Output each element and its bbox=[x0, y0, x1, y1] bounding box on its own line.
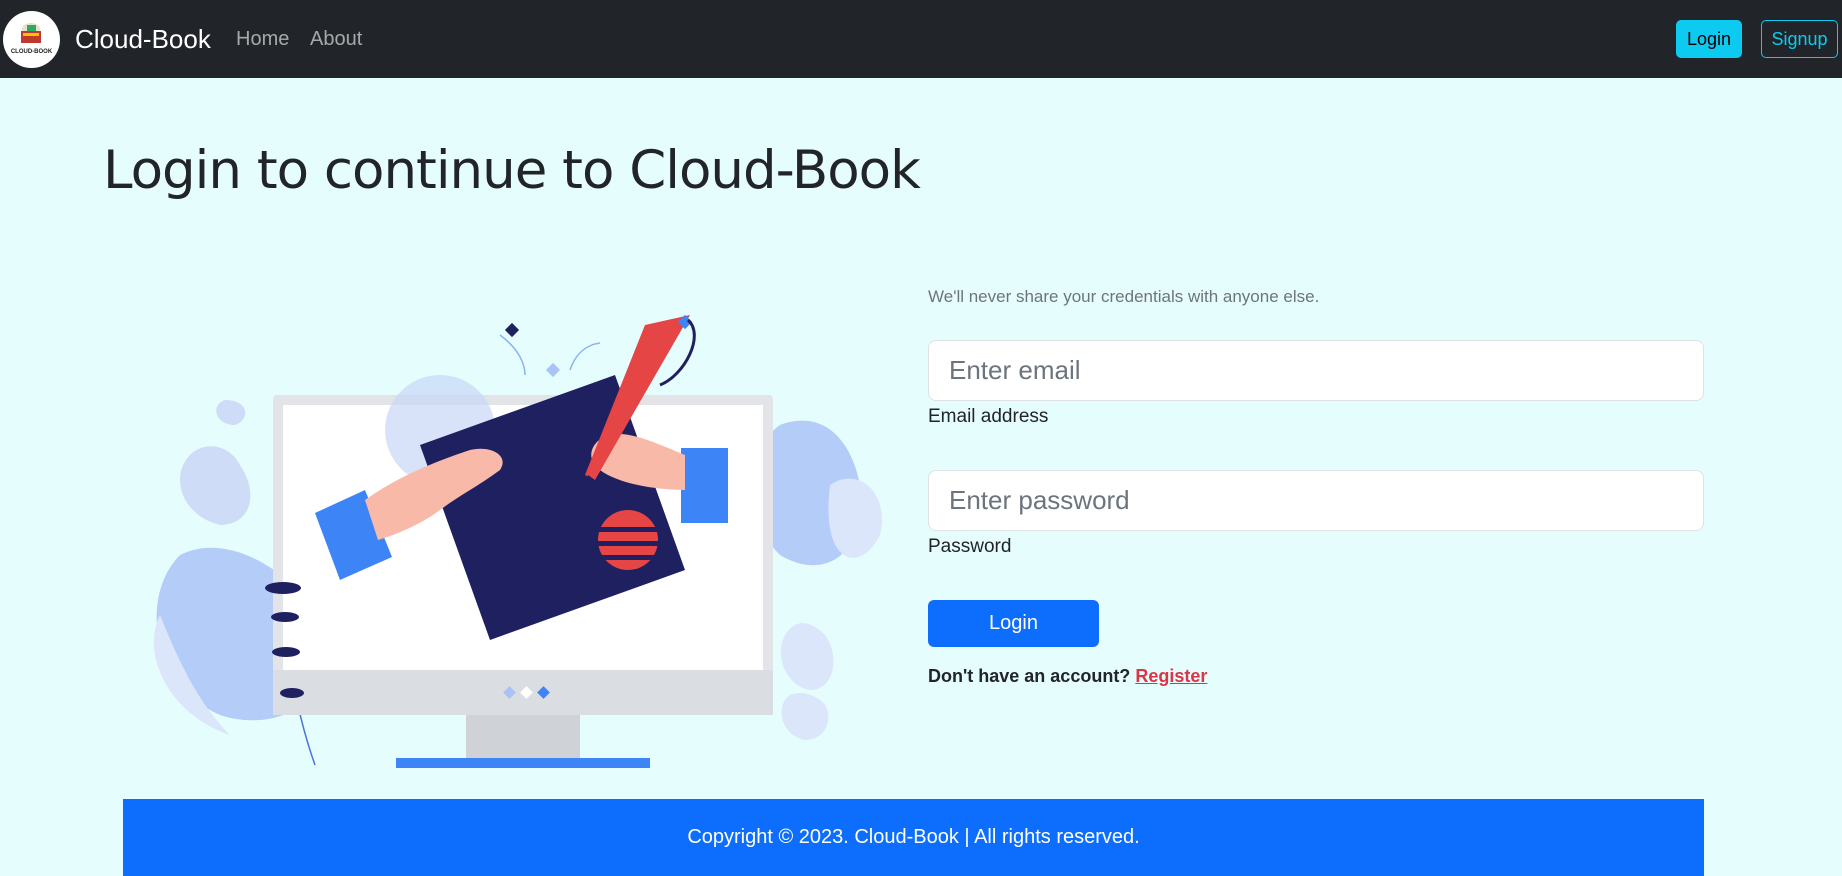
brand-logo[interactable]: CLOUD-BOOK bbox=[3, 11, 60, 68]
navbar: CLOUD-BOOK Cloud-Book Home About Login S… bbox=[0, 0, 1842, 78]
credentials-help-text: We'll never share your credentials with … bbox=[928, 287, 1320, 306]
login-submit-button[interactable]: Login bbox=[928, 600, 1099, 647]
brand-name[interactable]: Cloud-Book bbox=[75, 24, 211, 55]
logo-wordmark: CLOUD-BOOK bbox=[11, 49, 53, 55]
email-input[interactable] bbox=[928, 340, 1704, 401]
register-prompt-text: Don't have an account? bbox=[928, 666, 1131, 686]
page-title: Login to continue to Cloud-Book bbox=[103, 140, 921, 201]
login-illustration bbox=[140, 295, 900, 775]
nav-link-home[interactable]: Home bbox=[236, 28, 289, 51]
password-label: Password bbox=[928, 536, 1012, 557]
register-link[interactable]: Register bbox=[1135, 666, 1207, 686]
book-logo-icon: CLOUD-BOOK bbox=[3, 11, 60, 68]
footer: Copyright © 2023. Cloud-Book | All right… bbox=[123, 799, 1704, 876]
password-input[interactable] bbox=[928, 470, 1704, 531]
footer-copyright: Copyright © 2023. Cloud-Book | All right… bbox=[687, 826, 1140, 848]
computer-drawing-illustration bbox=[153, 314, 882, 768]
navbar-login-button[interactable]: Login bbox=[1676, 20, 1742, 58]
nav-link-about[interactable]: About bbox=[310, 28, 362, 51]
register-prompt-line: Don't have an account? Register bbox=[928, 666, 1207, 687]
navbar-signup-button[interactable]: Signup bbox=[1761, 20, 1838, 58]
email-label: Email address bbox=[928, 406, 1049, 427]
